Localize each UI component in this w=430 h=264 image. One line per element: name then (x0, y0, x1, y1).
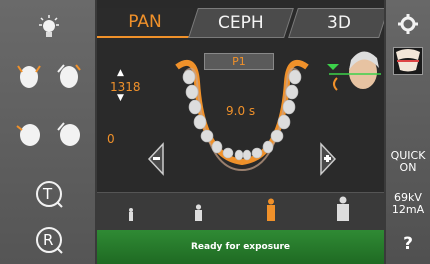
tab-ceph[interactable]: CEPH (188, 8, 294, 38)
help-button[interactable]: ? (386, 234, 430, 254)
right-panel: QUICK ON 69kV 12mA ? (384, 0, 430, 264)
reset-button[interactable]: R (35, 226, 65, 256)
preview-icon[interactable] (393, 47, 423, 75)
head-tilt-down-icon[interactable] (56, 62, 82, 94)
exposure-params[interactable]: 69kV 12mA (386, 192, 430, 216)
jaw-diagram (175, 60, 309, 172)
timer-label: T (43, 185, 53, 203)
reset-label: R (43, 231, 54, 249)
status-text: Ready for exposure (190, 242, 291, 252)
light-icon[interactable] (37, 15, 61, 45)
secondary-readout: 0 (107, 132, 115, 146)
kv-readout: 1318 (110, 80, 141, 94)
ma-label: 12mA (391, 203, 425, 216)
size-large-icon[interactable] (335, 196, 351, 226)
tab-pan[interactable]: PAN (97, 8, 193, 38)
kv-up-arrow[interactable]: ▲ (117, 68, 124, 78)
on-label: ON (399, 161, 417, 174)
size-small-icon[interactable] (193, 204, 204, 226)
left-panel: T R (0, 0, 97, 264)
size-child-icon[interactable] (127, 207, 135, 226)
tab-3d[interactable]: 3D (288, 8, 389, 38)
timer-button[interactable]: T (35, 180, 65, 210)
kv-down-arrow[interactable]: ▼ (117, 93, 124, 103)
patient-size-bar (97, 192, 384, 230)
head-alignment-icon (327, 48, 383, 104)
status-bar: Ready for exposure (97, 230, 384, 264)
size-medium-icon[interactable] (265, 198, 277, 226)
previous-button[interactable] (145, 142, 165, 180)
head-rotate-left-icon[interactable] (16, 120, 42, 152)
mode-tabs: PAN CEPH 3D (97, 8, 389, 38)
settings-icon[interactable] (398, 14, 418, 38)
head-rotate-right-icon[interactable] (56, 120, 82, 152)
main-view: PAN CEPH 3D P1 ▲ 1318 ▼ 0 9.0 s Ready fo… (97, 0, 389, 264)
quick-on-button[interactable]: QUICK ON (386, 150, 430, 174)
head-tilt-up-icon[interactable] (16, 62, 42, 94)
next-button[interactable] (319, 142, 339, 180)
